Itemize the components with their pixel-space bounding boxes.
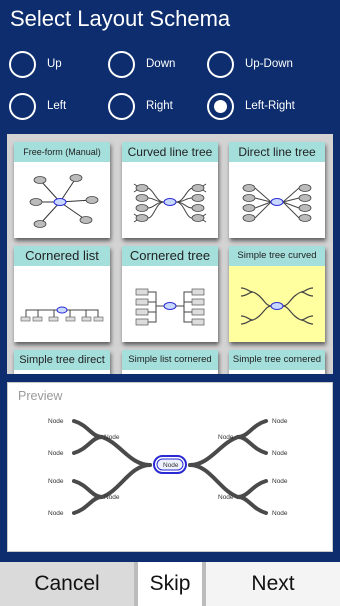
radio-circle [207, 50, 234, 78]
layout-card-free-form[interactable]: Free-form (Manual) [14, 142, 110, 238]
preview-node: Node [272, 510, 288, 517]
layout-card-cornered-tree[interactable]: Cornered tree [122, 246, 218, 342]
radio-label: Down [146, 58, 176, 70]
preview-node: Node [272, 450, 288, 457]
free-form-thumbnail [29, 174, 99, 228]
preview-node: Node [104, 494, 120, 501]
simple-tree-curved-thumbnail [240, 287, 314, 325]
preview-node: Node [272, 478, 288, 485]
preview-node: Node [218, 494, 234, 501]
preview-root-node: Node [163, 462, 179, 469]
dialog-title: Select Layout Schema [10, 6, 231, 31]
radio-down[interactable]: Down [108, 49, 175, 79]
layout-card-cornered-list[interactable]: Cornered list [14, 246, 110, 342]
radio-label: Up-Down [245, 58, 293, 70]
radio-left-right[interactable]: Left-Right [207, 91, 295, 121]
radio-left[interactable]: Left [9, 91, 66, 121]
layout-card-simple-tree-cornered[interactable]: Simple tree cornered [229, 350, 325, 374]
layout-card-label: Simple list cornered [122, 350, 218, 370]
skip-button[interactable]: Skip [134, 562, 206, 606]
radio-circle [207, 92, 234, 120]
radio-up-down[interactable]: Up-Down [207, 49, 293, 79]
preview-node: Node [104, 434, 120, 441]
radio-label: Right [146, 100, 173, 112]
radio-selected-dot [214, 99, 227, 113]
radio-circle [9, 92, 36, 120]
direct-line-tree-thumbnail [242, 184, 312, 222]
layout-card-label: Direct line tree [229, 142, 325, 162]
layout-card-simple-tree-curved[interactable]: Simple tree curved [229, 246, 325, 342]
radio-circle [9, 50, 36, 78]
layout-card-label: Curved line tree [122, 142, 218, 162]
radio-label: Left-Right [245, 100, 295, 112]
preview-node: Node [48, 510, 64, 517]
preview-node: Node [48, 478, 64, 485]
preview-node: Node [48, 418, 64, 425]
layout-card-direct-line-tree[interactable]: Direct line tree [229, 142, 325, 238]
radio-right[interactable]: Right [108, 91, 173, 121]
next-button[interactable]: Next [206, 562, 340, 606]
layout-card-label: Free-form (Manual) [14, 142, 110, 162]
preview-node: Node [272, 418, 288, 425]
preview-mindmap: Node Node Node Node Node Node Node Node … [48, 418, 288, 517]
layout-card-label: Simple tree direct [14, 350, 110, 370]
layout-card-curved-line-tree[interactable]: Curved line tree [122, 142, 218, 238]
cornered-list-thumbnail [20, 306, 104, 322]
layout-grid: Free-form (Manual) Curved line tree Dire… [7, 134, 333, 374]
radio-label: Up [47, 58, 62, 70]
layout-card-label: Simple tree cornered [229, 350, 325, 370]
layout-card-label: Simple tree curved [229, 246, 325, 266]
radio-up[interactable]: Up [9, 49, 62, 79]
cornered-tree-thumbnail [135, 288, 205, 326]
cancel-button[interactable]: Cancel [0, 562, 134, 606]
layout-card-simple-list-cornered[interactable]: Simple list cornered [122, 350, 218, 374]
radio-circle [108, 92, 135, 120]
preview-node: Node [48, 450, 64, 457]
dialog-button-bar: Cancel Skip Next [0, 562, 340, 606]
radio-circle [108, 50, 135, 78]
layout-card-label: Cornered list [14, 246, 110, 266]
layout-card-simple-tree-direct[interactable]: Simple tree direct [14, 350, 110, 374]
layout-card-label: Cornered tree [122, 246, 218, 266]
curved-line-tree-thumbnail [133, 183, 207, 223]
radio-label: Left [47, 100, 67, 112]
preview-node: Node [218, 434, 234, 441]
preview-panel: Preview Node Node Node Node Node Node No… [7, 382, 333, 552]
